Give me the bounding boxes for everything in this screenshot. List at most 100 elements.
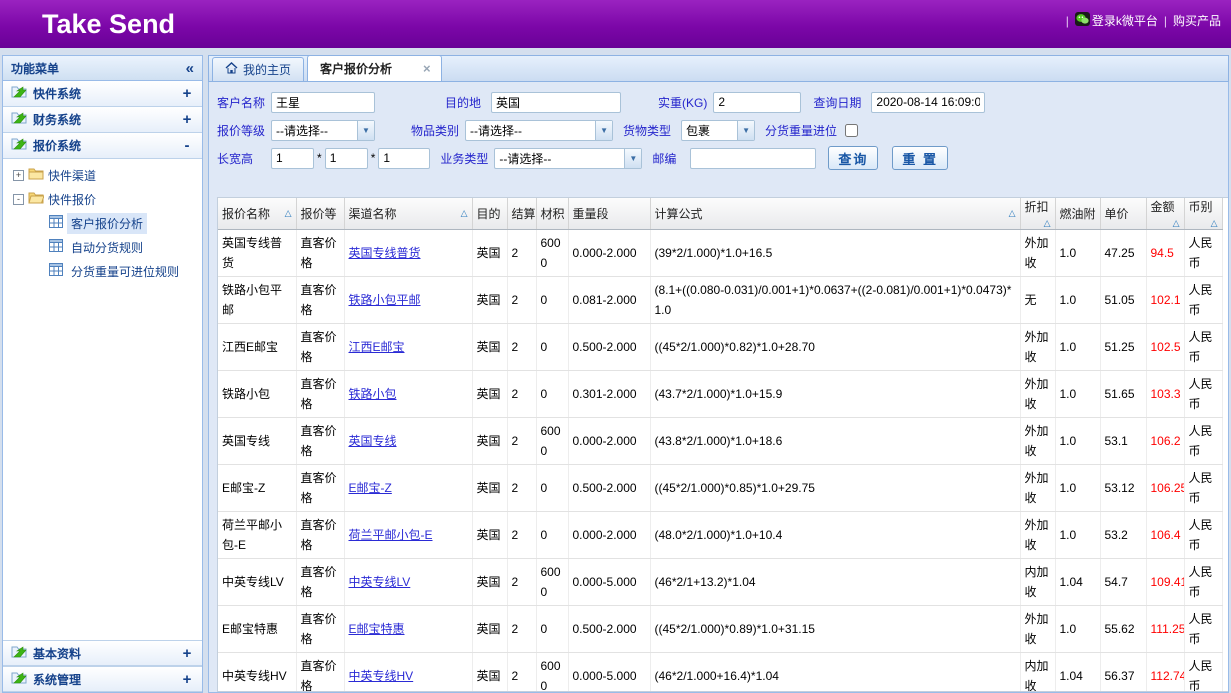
- weight-label: 实重(KG): [658, 94, 707, 111]
- app-logo: Take Send: [42, 9, 175, 40]
- channel-link[interactable]: E邮宝-Z: [349, 481, 392, 495]
- expand-plus-icon[interactable]: +: [180, 85, 194, 102]
- module-folder-icon: [11, 670, 27, 689]
- discount-cell: 外加收: [1020, 418, 1055, 465]
- customer-name-label: 客户名称: [217, 94, 265, 111]
- channel-link[interactable]: E邮宝特惠: [349, 622, 405, 636]
- expand-plus-icon[interactable]: +: [180, 671, 194, 688]
- channel-link[interactable]: 英国专线: [349, 434, 397, 448]
- channel-name-cell: 中英专线HV: [344, 653, 472, 693]
- col-header-discount[interactable]: 折扣△: [1020, 198, 1055, 230]
- tree-node-express-quote[interactable]: - 快件报价: [3, 187, 202, 211]
- query-button[interactable]: 查询: [828, 146, 878, 170]
- sidebar-bottom-groups: 基本资料 + 系统管理 +: [3, 640, 202, 692]
- quote-grade-label: 报价等级: [217, 122, 265, 139]
- col-header-unit-price[interactable]: 单价: [1100, 198, 1146, 230]
- sidebar-group-finance-system[interactable]: 财务系统 +: [3, 107, 202, 133]
- height-input[interactable]: [378, 148, 430, 169]
- channel-name-cell: E邮宝特惠: [344, 606, 472, 653]
- col-header-currency[interactable]: 币别△: [1184, 198, 1222, 230]
- col-header-fuel-surcharge[interactable]: 燃油附: [1055, 198, 1100, 230]
- zip-input[interactable]: [690, 148, 816, 169]
- col-header-quote-grade[interactable]: 报价等: [296, 198, 344, 230]
- col-header-weight-range[interactable]: 重量段: [568, 198, 650, 230]
- quote-name-cell: 铁路小包平邮: [218, 277, 296, 324]
- tree-node-express-channel[interactable]: + 快件渠道: [3, 163, 202, 187]
- expand-plus-icon[interactable]: +: [180, 111, 194, 128]
- weight-input[interactable]: [713, 92, 801, 113]
- channel-link[interactable]: 铁路小包: [349, 387, 397, 401]
- sort-triangle-icon: △: [285, 208, 292, 219]
- discount-cell: 外加收: [1020, 512, 1055, 559]
- amount-cell: 106.25: [1146, 465, 1184, 512]
- col-header-amount[interactable]: 金额△: [1146, 198, 1184, 230]
- quote-grade-cell: 直客价格: [296, 371, 344, 418]
- unit-price-cell: 51.65: [1100, 371, 1146, 418]
- tab-my-homepage[interactable]: 我的主页: [212, 57, 304, 81]
- channel-link[interactable]: 荷兰平邮小包-E: [349, 528, 433, 542]
- settle-weight-cell: 2: [507, 512, 536, 559]
- channel-link[interactable]: 英国专线普货: [349, 246, 421, 260]
- formula-cell: ((45*2/1.000)*0.85)*1.0+29.75: [650, 465, 1020, 512]
- banner-links: | 登录k微平台 | 购买产品: [1066, 12, 1221, 29]
- sidebar-collapse-button[interactable]: «: [186, 61, 194, 76]
- sidebar-group-express-system[interactable]: 快件系统 +: [3, 81, 202, 107]
- volume-factor-cell: 0: [536, 371, 568, 418]
- col-header-settle-weight[interactable]: 结算: [507, 198, 536, 230]
- cargo-type-select[interactable]: 包裹 ▼: [681, 120, 755, 141]
- sidebar-group-basic-data[interactable]: 基本资料 +: [3, 640, 202, 666]
- chevron-down-icon: ▼: [624, 149, 641, 168]
- weight-range-cell: 0.301-2.000: [568, 371, 650, 418]
- tree-expander-plus-icon[interactable]: +: [13, 170, 24, 181]
- currency-cell: 人民币: [1184, 418, 1222, 465]
- quote-grade-cell: 直客价格: [296, 512, 344, 559]
- length-input[interactable]: [271, 148, 314, 169]
- tab-close-icon[interactable]: ×: [423, 62, 431, 75]
- collapse-minus-icon[interactable]: -: [180, 137, 194, 154]
- sidebar-group-system-admin[interactable]: 系统管理 +: [3, 666, 202, 692]
- quote-name-cell: 中英专线LV: [218, 559, 296, 606]
- tab-content: 客户名称 目的地 实重(KG) 查询日期 报价等级 --请选择-- ▼: [208, 82, 1229, 693]
- folder-icon: [28, 167, 44, 183]
- chevron-down-icon: ▼: [737, 121, 754, 140]
- channel-link[interactable]: 中英专线LV: [349, 575, 411, 589]
- buy-product-link[interactable]: 购买产品: [1173, 12, 1221, 29]
- item-type-select[interactable]: --请选择-- ▼: [465, 120, 613, 141]
- amount-cell: 111.25: [1146, 606, 1184, 653]
- sidebar-header: 功能菜单 «: [3, 56, 202, 81]
- fuel-surcharge-cell: 1.0: [1055, 371, 1100, 418]
- unit-price-cell: 56.37: [1100, 653, 1146, 693]
- tree-leaf-auto-split-rule[interactable]: 自动分货规则: [3, 235, 202, 259]
- destination-input[interactable]: [491, 92, 621, 113]
- reset-button[interactable]: 重 置: [892, 146, 948, 170]
- formula-cell: ((45*2/1.000)*0.82)*1.0+28.70: [650, 324, 1020, 371]
- col-header-formula[interactable]: 计算公式△: [650, 198, 1020, 230]
- query-date-input[interactable]: [871, 92, 985, 113]
- sidebar-group-quote-system[interactable]: 报价系统 -: [3, 133, 202, 159]
- fuel-surcharge-cell: 1.0: [1055, 465, 1100, 512]
- col-header-volume-factor[interactable]: 材积: [536, 198, 568, 230]
- col-header-channel-name[interactable]: 渠道名称△: [344, 198, 472, 230]
- quote-grade-select[interactable]: --请选择-- ▼: [271, 120, 375, 141]
- tree-expander-minus-icon[interactable]: -: [13, 194, 24, 205]
- channel-link[interactable]: 铁路小包平邮: [349, 293, 421, 307]
- tab-customer-quote-analysis[interactable]: 客户报价分析 ×: [307, 55, 442, 81]
- module-folder-icon: [11, 110, 27, 129]
- login-wechat-link[interactable]: 登录k微平台: [1075, 12, 1158, 29]
- expand-plus-icon[interactable]: +: [180, 645, 194, 662]
- channel-link[interactable]: 中英专线HV: [349, 669, 414, 683]
- formula-cell: (46*2/1.000+16.4)*1.04: [650, 653, 1020, 693]
- width-input[interactable]: [325, 148, 368, 169]
- quote-grade-cell: 直客价格: [296, 465, 344, 512]
- biz-type-select[interactable]: --请选择-- ▼: [494, 148, 642, 169]
- split-weight-carry-checkbox[interactable]: [845, 124, 858, 137]
- col-header-destination[interactable]: 目的: [472, 198, 507, 230]
- channel-link[interactable]: 江西E邮宝: [349, 340, 405, 354]
- tree-leaf-split-weight-carry-rule[interactable]: 分货重量可进位规则: [3, 259, 202, 283]
- tree-leaf-customer-quote-analysis[interactable]: 客户报价分析: [3, 211, 202, 235]
- quote-system-tree: + 快件渠道 - 快件报价 客户报价分: [3, 159, 202, 640]
- customer-name-input[interactable]: [271, 92, 375, 113]
- weight-range-cell: 0.000-5.000: [568, 653, 650, 693]
- col-header-quote-name[interactable]: 报价名称△: [218, 198, 296, 230]
- formula-cell: ((45*2/1.000)*0.89)*1.0+31.15: [650, 606, 1020, 653]
